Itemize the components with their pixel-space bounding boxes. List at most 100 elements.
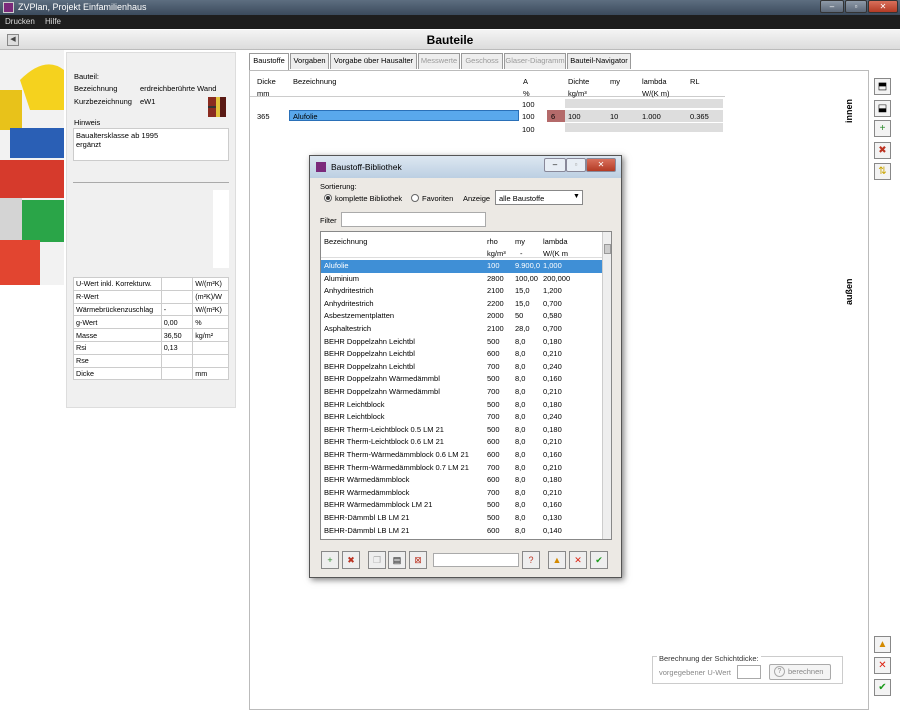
list-item-my: 8,0	[515, 500, 526, 510]
list-item-my: 8,0	[515, 412, 526, 422]
list-item[interactable]: BEHR Doppelzahn Leichtbl 700 8,0 0,240	[321, 361, 603, 374]
layer-a[interactable]: 100	[522, 112, 535, 121]
swap-layers-icon[interactable]: ⇅	[874, 163, 891, 180]
add-layer-icon[interactable]: +	[874, 120, 891, 137]
search-icon[interactable]: ?	[522, 551, 540, 569]
list-item-lambda: 0,130	[543, 513, 562, 522]
layer-my[interactable]: 10	[610, 112, 618, 121]
list-item-my: 8,0	[515, 462, 526, 472]
dialog-minimize-button[interactable]: –	[544, 158, 566, 172]
list-item[interactable]: BEHR Wärmedämmblock 600 8,0 0,180	[321, 474, 603, 487]
list-item[interactable]: BEHR Therm-Wärmedämmblock 0.6 LM 21 600 8,…	[321, 449, 603, 462]
delete-layer-icon[interactable]: ✖	[874, 142, 891, 159]
remove-favorite-icon[interactable]: ⊠	[409, 551, 427, 569]
kurzbezeichnung-value[interactable]: eW1	[140, 97, 155, 106]
tab-baustoffe[interactable]: Baustoffe	[249, 53, 289, 70]
tab-bauteil-navigator[interactable]: Bauteil-Navigator	[567, 53, 631, 69]
tab-vorgaben[interactable]: Vorgaben	[290, 53, 329, 69]
layer-bezeichnung[interactable]: Alufolie	[293, 112, 318, 121]
clipboard-icon[interactable]: ▤	[388, 551, 406, 569]
list-item[interactable]: BEHR Therm-Leichtblock 0.6 LM 21 600 8,0 0,…	[321, 436, 603, 449]
properties-table: U-Wert inkl. Korrekturw. W/(m²K) R-Wert (m²…	[73, 277, 229, 381]
radio-favoriten-label[interactable]: Favoriten	[422, 194, 453, 203]
bezeichnung-value[interactable]: erdreichberührte Wand	[140, 84, 216, 93]
maximize-button[interactable]: ▫	[845, 0, 867, 13]
delete-material-icon[interactable]: ✖	[342, 551, 360, 569]
list-item[interactable]: BEHR Leichtblock 700 8,0 0,240	[321, 411, 603, 424]
hinweis-field[interactable]: Baualtersklasse ab 1995 ergänzt	[73, 128, 229, 161]
layer-dichte[interactable]: 100	[568, 112, 581, 121]
copy-material-icon[interactable]: ❐	[368, 551, 386, 569]
list-scrollbar[interactable]	[602, 232, 611, 539]
menu-hilfe[interactable]: Hilfe	[45, 17, 61, 26]
material-list: Bezeichnung rho my lambda kg/m³ - W/(K m…	[320, 231, 612, 540]
property-row: U-Wert inkl. Korrekturw. W/(m²K)	[73, 277, 229, 291]
list-item[interactable]: Asphaltestrich 2100 28,0 0,700	[321, 323, 603, 336]
dialog-close-button[interactable]: ✕	[586, 158, 616, 172]
list-item-bez: Aluminium	[324, 273, 360, 283]
close-button[interactable]: ✕	[868, 0, 898, 13]
list-item-lambda: 0,180	[543, 475, 562, 485]
wall-icon	[208, 97, 226, 117]
berechnen-button[interactable]: ? berechnen	[769, 664, 831, 680]
radio-complete-label[interactable]: komplette Bibliothek	[335, 194, 402, 203]
cancel-icon[interactable]: ✕	[569, 551, 587, 569]
list-item[interactable]: BEHR Doppelzahn Wärmedämmbl 700 8,0 0,210	[321, 386, 603, 399]
minimize-button[interactable]: –	[820, 0, 844, 13]
tab-vorgabe-hausalter[interactable]: Vorgabe über Hausalter	[330, 53, 417, 69]
list-item[interactable]: BEHR Therm-Leichtblock 0.5 LM 21 500 8,0 0,…	[321, 424, 603, 437]
list-item[interactable]: BEHR Leichtblock 500 8,0 0,180	[321, 399, 603, 412]
list-item-lambda: 0,140	[543, 525, 562, 535]
list-item[interactable]: Anhydritestrich 2100 15,0 1,200	[321, 285, 603, 298]
layer-dicke[interactable]: 365	[257, 112, 270, 121]
list-item-bez: BEHR Doppelzahn Wärmedämmbl	[324, 374, 440, 384]
list-item[interactable]: BEHR-Dämmbl LB LM 21 500 8,0 0,130	[321, 512, 603, 525]
warning-icon[interactable]: ▲	[874, 636, 891, 653]
list-item[interactable]: BEHR Doppelzahn Leichtbl 600 8,0 0,210	[321, 348, 603, 361]
cancel-icon[interactable]: ✕	[874, 657, 891, 674]
list-item[interactable]: BEHR Therm-Wärmedämmblock 0.7 LM 21 700 8,…	[321, 462, 603, 475]
confirm-icon[interactable]: ✔	[874, 679, 891, 696]
layer-rl[interactable]: 0.365	[690, 112, 709, 121]
list-item[interactable]: Aluminium 2800 100,00 200,000	[321, 273, 603, 286]
list-item[interactable]: Anhydritestrich 2200 15,0 0,700	[321, 298, 603, 311]
insert-layer-below-icon[interactable]: ⬓	[874, 100, 891, 117]
side-aussen-label: außen	[844, 278, 854, 305]
menu-drucken[interactable]: Drucken	[5, 17, 35, 26]
list-item[interactable]: Alufolie 100 9.900,0 1,000	[321, 260, 603, 273]
u-wert-input[interactable]	[737, 665, 761, 679]
list-item[interactable]: BEHR Wärmedämmblock LM 21 500 8,0 0,160	[321, 499, 603, 512]
confirm-icon[interactable]: ✔	[590, 551, 608, 569]
list-item[interactable]: BEHR-Dämmbl LB LM 21 600 8,0 0,140	[321, 525, 603, 538]
list-item-rho: 500	[487, 500, 500, 510]
anzeige-select[interactable]: alle Baustoffe ▼	[495, 190, 583, 205]
list-item-my: 8,0	[515, 525, 526, 535]
insert-layer-above-icon[interactable]: ⬒	[874, 78, 891, 95]
list-item[interactable]: BEHR Doppelzahn Leichtbl 500 8,0 0,180	[321, 336, 603, 349]
list-item-my: 15,0	[515, 286, 530, 296]
list-item-rho: 700	[487, 361, 500, 371]
list-item-bez: BEHR-Dämmbl LB LM 21	[324, 513, 410, 522]
list-item[interactable]: Asbestzementplatten 2000 50 0,580	[321, 310, 603, 323]
radio-complete[interactable]	[324, 194, 332, 202]
list-item-lambda: 0,210	[543, 462, 562, 472]
property-row: Dicke mm	[73, 366, 229, 381]
divider	[73, 182, 229, 183]
list-item[interactable]: BEHR Doppelzahn Wärmedämmbl 500 8,0 0,160	[321, 373, 603, 386]
dialog-maximize-button[interactable]: ▫	[566, 158, 586, 172]
list-item-bez: BEHR Therm-Wärmedämmblock 0.7 LM 21	[324, 462, 469, 472]
radio-favoriten[interactable]	[411, 194, 419, 202]
layer-lambda[interactable]: 1.000	[642, 112, 661, 121]
col-dichte: Dichte	[568, 77, 590, 86]
warning-icon[interactable]: ▲	[548, 551, 566, 569]
filter-input[interactable]	[341, 212, 486, 227]
property-value	[160, 289, 194, 304]
list-item-rho: 700	[487, 487, 500, 497]
property-unit: W/(m²K)	[192, 302, 229, 317]
layer-row[interactable]: 365 Alufolie 100 6 100 10 1.000 0.365	[250, 109, 725, 123]
list-item[interactable]: BEHR Wärmedämmblock 700 8,0 0,210	[321, 487, 603, 500]
a-value: 100	[522, 100, 535, 109]
search-field[interactable]	[433, 553, 519, 567]
add-material-icon[interactable]: +	[321, 551, 339, 569]
list-item-lambda: 1,200	[543, 286, 562, 296]
